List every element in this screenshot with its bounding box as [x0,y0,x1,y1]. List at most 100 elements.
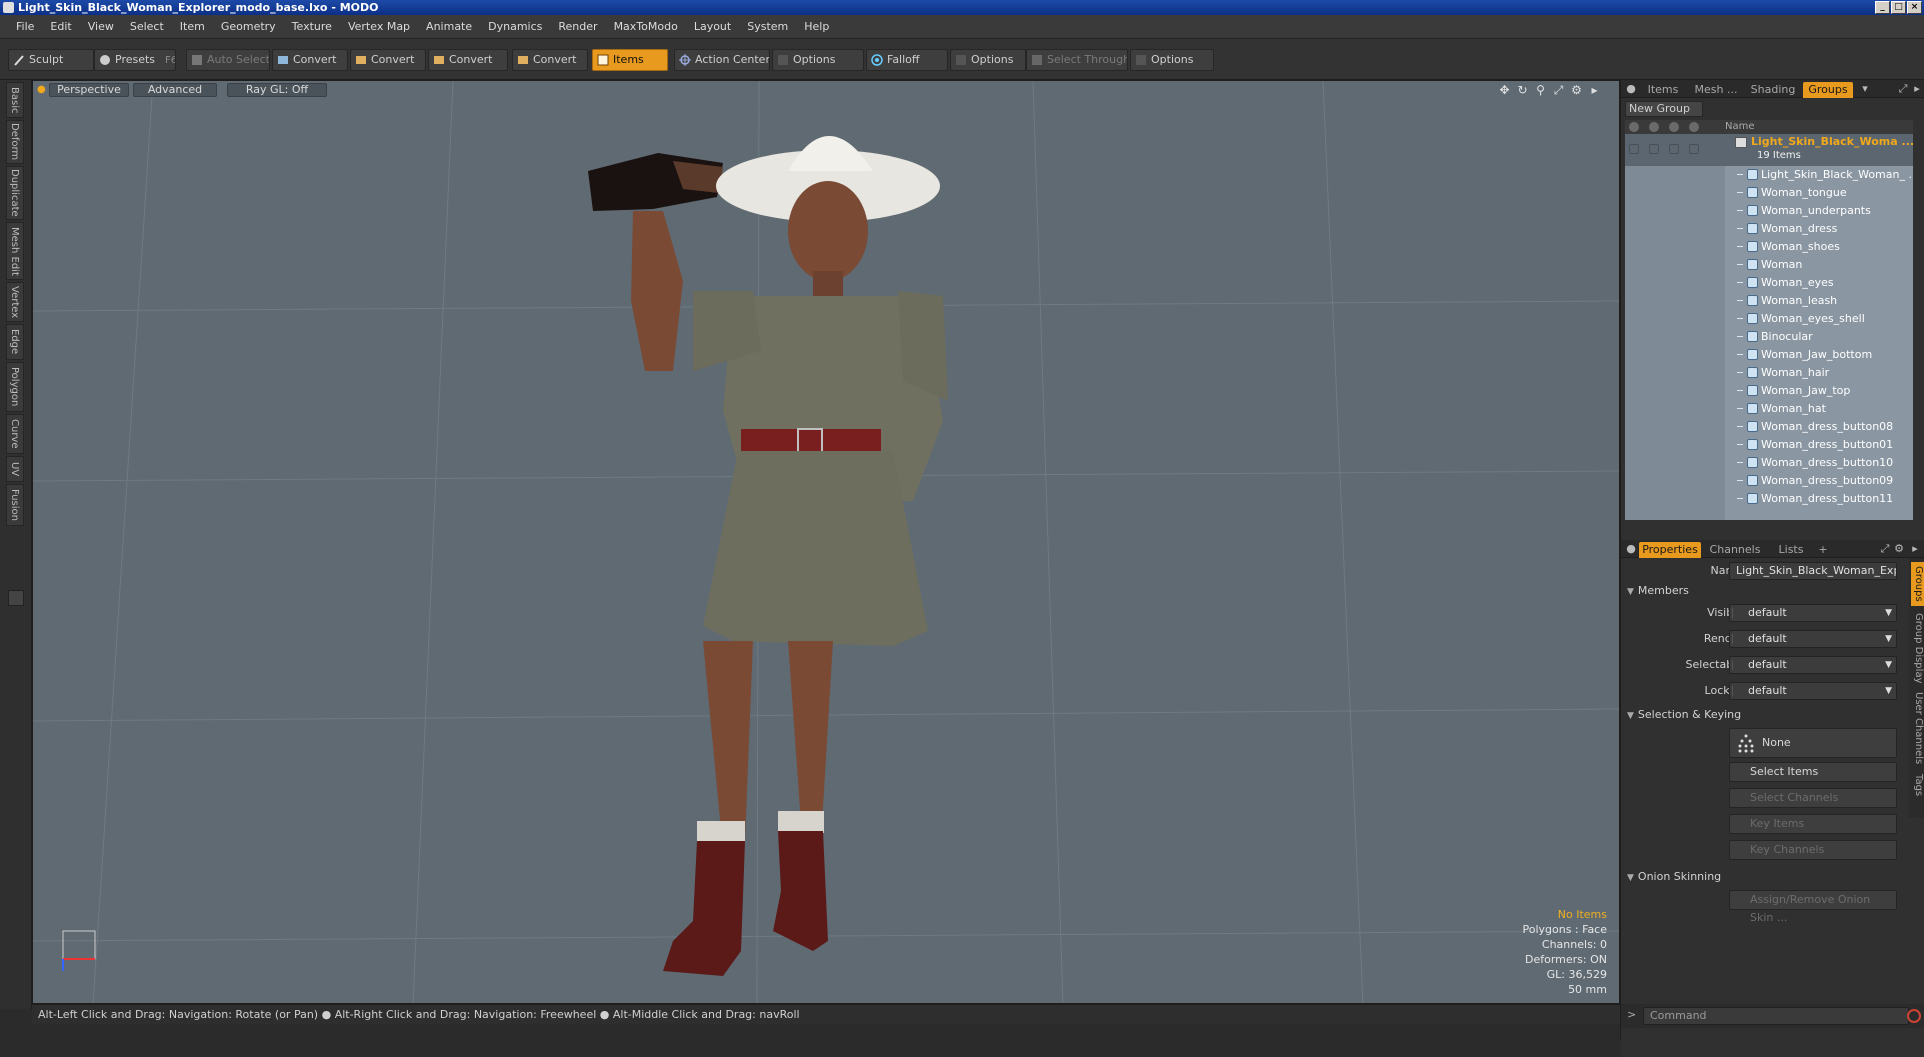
list-item[interactable]: Woman_tongue [1625,184,1913,202]
tab-lists[interactable]: Lists [1769,542,1813,558]
menu-layout[interactable]: Layout [686,20,739,33]
panel-arrow-icon[interactable]: ▸ [1911,83,1923,95]
select-items-button[interactable]: Select Items [1729,762,1897,782]
render-icon[interactable] [1649,122,1659,132]
list-item[interactable]: Woman [1625,256,1913,274]
list-item[interactable]: Woman_dress_button10 [1625,454,1913,472]
menu-item[interactable]: Item [172,20,213,33]
maximize-button[interactable]: □ [1891,1,1906,14]
list-item[interactable]: Woman_leash [1625,292,1913,310]
none-button[interactable]: None [1729,728,1897,758]
selection-keying-section[interactable]: ▼ Selection & Keying [1627,708,1741,721]
tab-fusion[interactable]: Fusion [6,484,24,526]
tab-polygon[interactable]: Polygon [6,362,24,412]
settings-gear-icon[interactable]: ⚙ [1893,543,1905,555]
list-item[interactable]: Woman_underpants [1625,202,1913,220]
close-button[interactable]: × [1907,1,1922,14]
menu-select[interactable]: Select [122,20,172,33]
list-item[interactable]: Binocular [1625,328,1913,346]
side-tab-tags[interactable]: Tags [1911,770,1924,800]
render-dropdown[interactable]: default ▼ [1729,630,1897,648]
maximize-panel-icon[interactable]: ⤢ [1897,83,1909,95]
visible-dropdown[interactable]: default ▼ [1729,604,1897,622]
presets-button[interactable]: Presets F6 [94,49,176,71]
expand-toggle[interactable] [8,590,24,606]
lock-icon[interactable] [1689,122,1699,132]
list-item[interactable]: Woman_eyes [1625,274,1913,292]
visibility-eye-icon[interactable] [1629,122,1639,132]
list-item[interactable]: Light_Skin_Black_Woman_ ... [1625,166,1913,184]
onion-skinning-section[interactable]: ▼ Onion Skinning [1627,870,1721,883]
list-item[interactable]: Woman_dress_button08 [1625,418,1913,436]
perspective-toggle[interactable]: Perspective [49,83,129,97]
side-tab-user-channels[interactable]: User Channels [1911,690,1924,766]
viewport-menu-icon[interactable]: ● [37,84,46,95]
tab-properties[interactable]: Properties [1639,542,1701,558]
select-toggle-icon[interactable] [1669,144,1679,154]
group-name[interactable]: Light_Skin_Black_Woma ... [1751,135,1913,148]
menu-dynamics[interactable]: Dynamics [480,20,550,33]
panel-arrow-icon[interactable]: ▸ [1909,543,1921,555]
tab-edge[interactable]: Edge [6,324,24,360]
list-item[interactable]: Woman_dress_button01 [1625,436,1913,454]
menu-help[interactable]: Help [796,20,837,33]
list-item[interactable]: Woman_hat [1625,400,1913,418]
tab-basic[interactable]: Basic [6,82,24,118]
convert-button-3[interactable]: Convert [428,49,508,71]
menu-system[interactable]: System [739,20,796,33]
list-item[interactable]: Woman_dress_button11 [1625,490,1913,508]
menu-edit[interactable]: Edit [42,20,79,33]
tab-shading[interactable]: Shading [1747,82,1799,98]
panel-menu-icon[interactable]: ● [1625,543,1637,555]
menu-render[interactable]: Render [550,20,605,33]
auto-select-button[interactable]: Auto Select [186,49,270,71]
menu-vertex-map[interactable]: Vertex Map [340,20,418,33]
list-item[interactable]: Woman_hair [1625,364,1913,382]
settings-gear-icon[interactable]: ⚙ [1570,84,1583,97]
maximize-panel-icon[interactable]: ⤢ [1879,543,1891,555]
name-column-header[interactable]: Name [1725,120,1755,134]
members-section[interactable]: ▼ Members [1627,584,1689,597]
tab-mesh-edit[interactable]: Mesh Edit [6,222,24,280]
key-channels-button[interactable]: Key Channels [1729,840,1897,860]
add-tab-button[interactable]: + [1815,542,1831,558]
locked-dropdown[interactable]: default ▼ [1729,682,1897,700]
convert-button-4[interactable]: Convert [512,49,588,71]
group-row[interactable]: Light_Skin_Black_Woma ... 19 Items [1625,134,1913,166]
assign-onion-skin-button[interactable]: Assign/Remove Onion Skin ... [1729,890,1897,924]
expand-arrow-icon[interactable]: ▸ [1588,84,1601,97]
command-input[interactable]: Command [1643,1007,1909,1025]
key-items-button[interactable]: Key Items [1729,814,1897,834]
menu-geometry[interactable]: Geometry [213,20,284,33]
falloff-button[interactable]: Falloff [866,49,948,71]
list-item[interactable]: Woman_dress [1625,220,1913,238]
advanced-toggle[interactable]: Advanced [133,83,217,97]
menu-texture[interactable]: Texture [284,20,340,33]
options-button-2[interactable]: Options [950,49,1026,71]
panel-menu-icon[interactable]: ● [1625,83,1637,95]
raygl-toggle[interactable]: Ray GL: Off [227,83,327,97]
rotate-icon[interactable]: ↻ [1516,84,1529,97]
sculpt-button[interactable]: Sculpt [8,49,94,71]
tab-channels[interactable]: Channels [1705,542,1765,558]
lock-toggle-icon[interactable] [1689,144,1699,154]
convert-button-1[interactable]: Convert [272,49,348,71]
render-toggle-icon[interactable] [1649,144,1659,154]
tab-items[interactable]: Items [1639,82,1687,98]
action-center-button[interactable]: Action Center [674,49,770,71]
dropdown-arrow-icon[interactable]: ▾ [1859,83,1871,95]
menu-view[interactable]: View [80,20,122,33]
options-button-1[interactable]: Options [772,49,864,71]
list-item[interactable]: Woman_Jaw_top [1625,382,1913,400]
menu-maxtomodo[interactable]: MaxToModo [606,20,686,33]
items-mode-button[interactable]: Items [592,49,668,71]
zoom-icon[interactable]: ⚲ [1534,84,1547,97]
select-icon[interactable] [1669,122,1679,132]
options-button-3[interactable]: Options [1130,49,1214,71]
list-item[interactable]: Woman_eyes_shell [1625,310,1913,328]
menu-animate[interactable]: Animate [418,20,480,33]
list-item[interactable]: Woman_dress_button09 [1625,472,1913,490]
list-item[interactable]: Woman_Jaw_bottom [1625,346,1913,364]
tab-deform[interactable]: Deform [6,120,24,164]
eye-icon[interactable] [1629,144,1639,154]
